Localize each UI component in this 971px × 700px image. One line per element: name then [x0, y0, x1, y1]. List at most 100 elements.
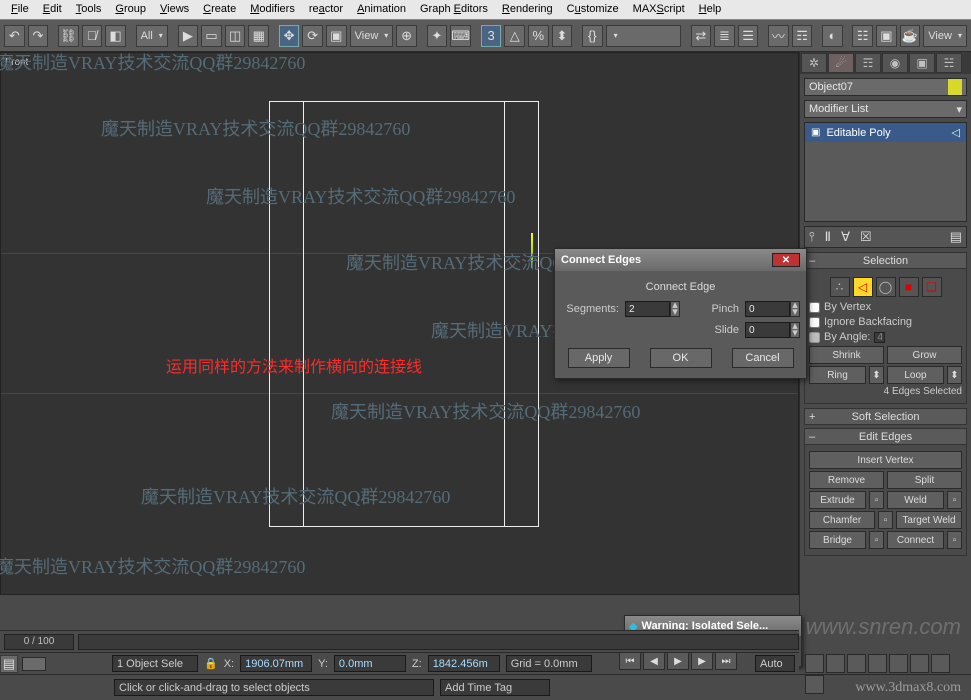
bridge-button[interactable]: Bridge [809, 531, 866, 549]
segments-spinner[interactable]: ▴▾ [670, 301, 680, 317]
ring-spinner[interactable]: ⬍ [869, 366, 884, 384]
modifier-stack[interactable]: Editable Poly [804, 122, 967, 222]
subobj-polygon[interactable]: ■ [899, 277, 919, 297]
prev-frame-button[interactable]: ◀ [643, 652, 665, 670]
redo-button[interactable]: ↷ [28, 25, 49, 47]
select-region-button[interactable]: ◫ [225, 25, 246, 47]
fov-button[interactable] [889, 654, 908, 673]
tab-hierarchy[interactable]: ☶ [855, 53, 881, 73]
unique-icon[interactable]: ∀ [841, 229, 850, 245]
tab-utilities[interactable]: ☵ [936, 53, 962, 73]
menu-file[interactable]: File [5, 2, 35, 17]
zoom-ext-all-button[interactable] [868, 654, 887, 673]
connect-settings-button[interactable]: ▫ [947, 531, 962, 549]
segments-input[interactable] [625, 301, 670, 317]
spinner-snap-button[interactable]: ⬍ [552, 25, 573, 47]
chk-ignore[interactable] [809, 317, 820, 328]
tab-motion[interactable]: ◉ [882, 53, 908, 73]
slide-spinner[interactable]: ▴▾ [790, 322, 800, 338]
angle-snap-button[interactable]: △ [504, 25, 525, 47]
zoom-all-button[interactable] [826, 654, 845, 673]
lock-icon[interactable]: 🔒 [204, 657, 218, 670]
transform-gizmo[interactable] [531, 228, 532, 268]
subobj-border[interactable]: ◯ [876, 277, 896, 297]
menu-maxscript[interactable]: MAXScript [627, 2, 691, 17]
configure-icon[interactable]: ▤ [950, 229, 962, 245]
tab-display[interactable]: ▣ [909, 53, 935, 73]
schematic-button[interactable]: ☶ [792, 25, 813, 47]
percent-snap-button[interactable]: % [528, 25, 549, 47]
quick-render-button[interactable]: ☕ [900, 25, 921, 47]
unlink-button[interactable]: ⛓̸ [82, 25, 103, 47]
trackbar-scroll-thumb[interactable] [22, 657, 46, 671]
pin-icon[interactable]: ⫯ [809, 229, 815, 245]
y-input[interactable]: 0.0mm [334, 655, 406, 672]
connect-button[interactable]: Connect [887, 531, 944, 549]
chk-byangle[interactable] [809, 332, 820, 343]
modifier-list-dropdown[interactable]: Modifier List [804, 100, 967, 118]
menu-customize[interactable]: Customize [561, 2, 625, 17]
dialog-close-button[interactable]: ✕ [772, 253, 800, 267]
material-editor-button[interactable]: ◐ [822, 25, 843, 47]
move-button[interactable]: ✥ [279, 25, 300, 47]
refcoord-dropdown[interactable]: View [350, 25, 394, 47]
roll-editedges-head[interactable]: –Edit Edges [804, 428, 967, 445]
selection-filter-dropdown[interactable]: All [136, 25, 168, 47]
pivot-button[interactable]: ⊕ [396, 25, 417, 47]
show-result-icon[interactable]: Ⅱ [825, 229, 831, 245]
bind-button[interactable]: ◧ [105, 25, 126, 47]
undo-button[interactable]: ↶ [4, 25, 25, 47]
scale-button[interactable]: ▣ [326, 25, 347, 47]
z-input[interactable]: 1842.456m [428, 655, 500, 672]
manipulate-button[interactable]: ✦ [427, 25, 448, 47]
mirror-button[interactable]: ⇄ [691, 25, 712, 47]
split-button[interactable]: Split [887, 471, 962, 489]
play-button[interactable]: ▶ [667, 652, 689, 670]
subobj-edge[interactable]: ◁ [853, 277, 873, 297]
next-frame-button[interactable]: ▶ [691, 652, 713, 670]
menu-animation[interactable]: Animation [351, 2, 412, 17]
menu-help[interactable]: Help [693, 2, 728, 17]
menu-tools[interactable]: Tools [70, 2, 108, 17]
insert-vertex-button[interactable]: Insert Vertex [809, 451, 962, 469]
extrude-settings-button[interactable]: ▫ [869, 491, 884, 509]
gizmo-y-axis[interactable] [531, 233, 533, 268]
dialog-title-bar[interactable]: Connect Edges ✕ [555, 249, 806, 271]
menu-views[interactable]: Views [154, 2, 195, 17]
targetweld-button[interactable]: Target Weld [896, 511, 962, 529]
keymode-button[interactable]: ⌨ [450, 25, 471, 47]
tab-modify[interactable]: ☄ [828, 53, 854, 73]
remove-button[interactable]: Remove [809, 471, 884, 489]
maximize-button[interactable] [805, 675, 824, 694]
pinch-input[interactable] [745, 301, 790, 317]
named-sets-button[interactable]: {} [582, 25, 603, 47]
mod-editable-poly[interactable]: Editable Poly [805, 123, 966, 142]
menu-rendering[interactable]: Rendering [496, 2, 559, 17]
zoom-ext-button[interactable] [847, 654, 866, 673]
subobj-vertex[interactable]: ∴ [830, 277, 850, 297]
menu-grapheditors[interactable]: Graph Editors [414, 2, 494, 17]
menu-modifiers[interactable]: Modifiers [244, 2, 301, 17]
ring-button[interactable]: Ring [809, 366, 866, 384]
window-crossing-button[interactable]: ▦ [248, 25, 269, 47]
goto-end-button[interactable]: ⏭ [715, 652, 737, 670]
tab-create[interactable]: ✲ [801, 53, 827, 73]
slide-input[interactable] [745, 322, 790, 338]
timetag-box[interactable]: Add Time Tag [440, 679, 550, 696]
x-input[interactable]: 1906.07mm [240, 655, 312, 672]
chamfer-settings-button[interactable]: ▫ [878, 511, 893, 529]
chamfer-button[interactable]: Chamfer [809, 511, 875, 529]
layers-button[interactable]: ☰ [738, 25, 759, 47]
menu-reactor[interactable]: reactor [303, 2, 349, 17]
select-name-button[interactable]: ▭ [201, 25, 222, 47]
render-setup-button[interactable]: ☷ [852, 25, 873, 47]
weld-button[interactable]: Weld [887, 491, 944, 509]
goto-start-button[interactable]: ⏮ [619, 652, 641, 670]
named-sets-dropdown[interactable] [606, 25, 681, 47]
weld-settings-button[interactable]: ▫ [947, 491, 962, 509]
cancel-button[interactable]: Cancel [732, 348, 794, 368]
chk-byvertex[interactable] [809, 302, 820, 313]
link-button[interactable]: ⛓ [58, 25, 79, 47]
shrink-button[interactable]: Shrink [809, 346, 884, 364]
loop-spinner[interactable]: ⬍ [947, 366, 962, 384]
